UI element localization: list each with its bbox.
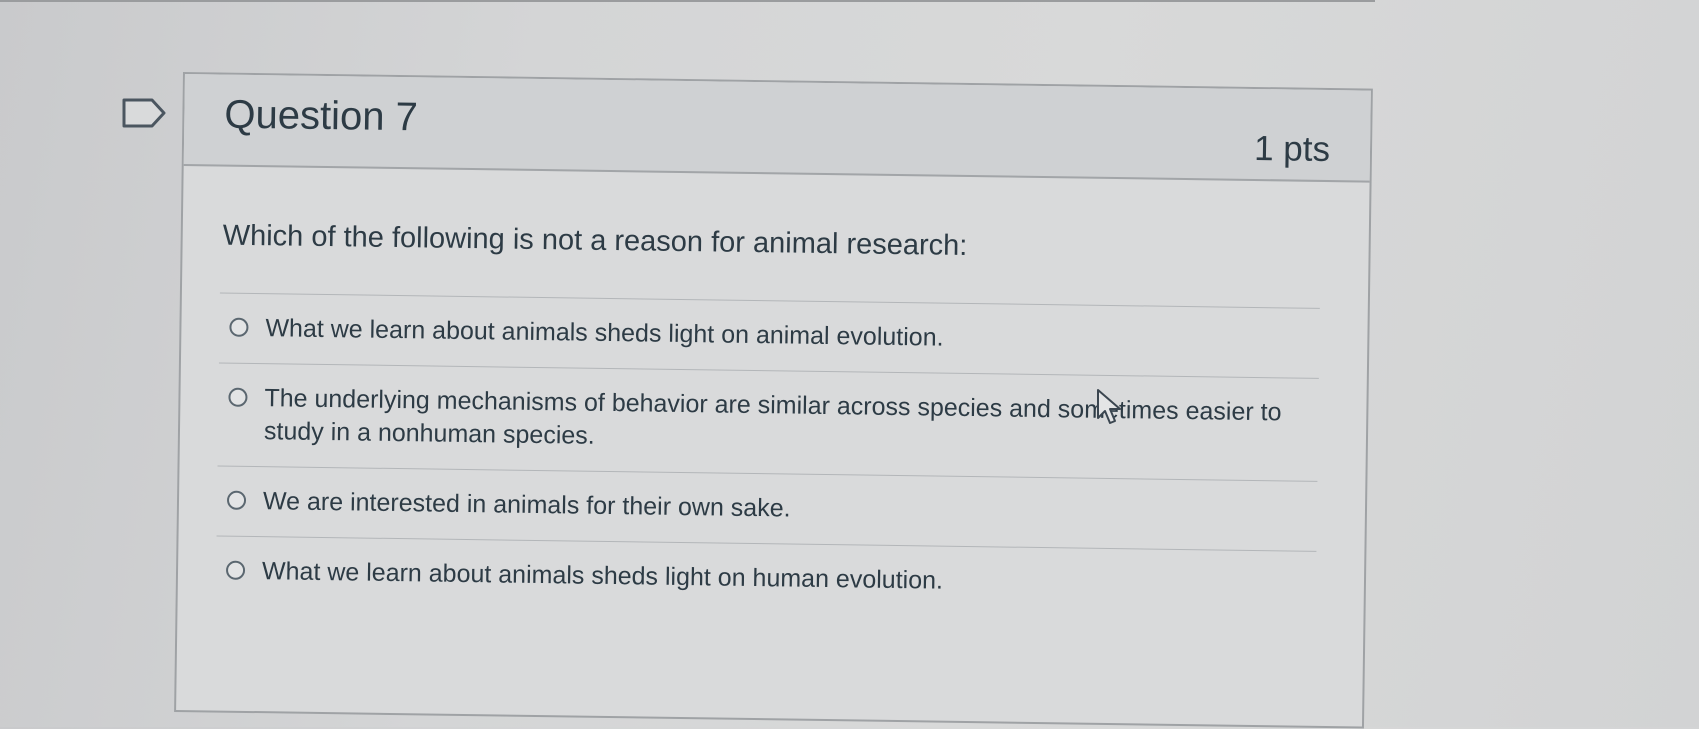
question-text: Which of the following is not a reason f…	[222, 219, 968, 262]
top-divider	[0, 0, 1375, 2]
radio-button-icon[interactable]	[229, 317, 249, 337]
question-title: Question 7	[224, 92, 419, 140]
answer-label: The underlying mechanisms of behavior ar…	[263, 384, 1282, 450]
question-card: Question 7 1 pts Which of the following …	[174, 72, 1373, 729]
mouse-pointer-icon	[1097, 389, 1121, 424]
answer-label: What we learn about animals sheds light …	[265, 314, 944, 352]
answer-option[interactable]: The underlying mechanisms of behavior ar…	[217, 362, 1319, 481]
answer-list: What we learn about animals sheds light …	[215, 292, 1320, 621]
question-header: Question 7 1 pts	[183, 74, 1371, 183]
answer-label: What we learn about animals sheds light …	[261, 557, 944, 595]
answer-label: We are interested in animals for their o…	[262, 487, 791, 523]
answer-option[interactable]: What we learn about animals sheds light …	[215, 535, 1317, 621]
radio-button-icon[interactable]	[226, 490, 247, 510]
radio-button-icon[interactable]	[225, 560, 246, 580]
radio-button-icon[interactable]	[228, 387, 248, 407]
question-points: 1 pts	[1253, 128, 1331, 170]
flag-question-icon[interactable]	[122, 98, 166, 128]
